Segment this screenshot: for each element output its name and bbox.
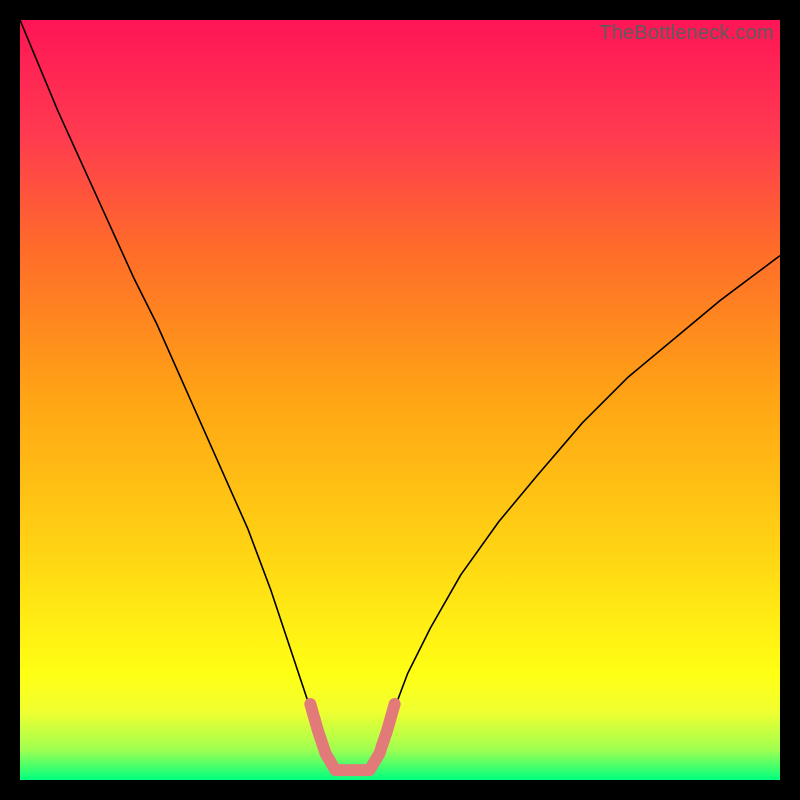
bottleneck-curve xyxy=(20,20,780,769)
curve-layer xyxy=(20,20,780,780)
optimal-zone-highlight xyxy=(310,704,394,770)
watermark-text: TheBottleneck.com xyxy=(599,22,774,45)
chart-frame: TheBottleneck.com xyxy=(0,0,800,800)
plot-area: TheBottleneck.com xyxy=(20,20,780,780)
